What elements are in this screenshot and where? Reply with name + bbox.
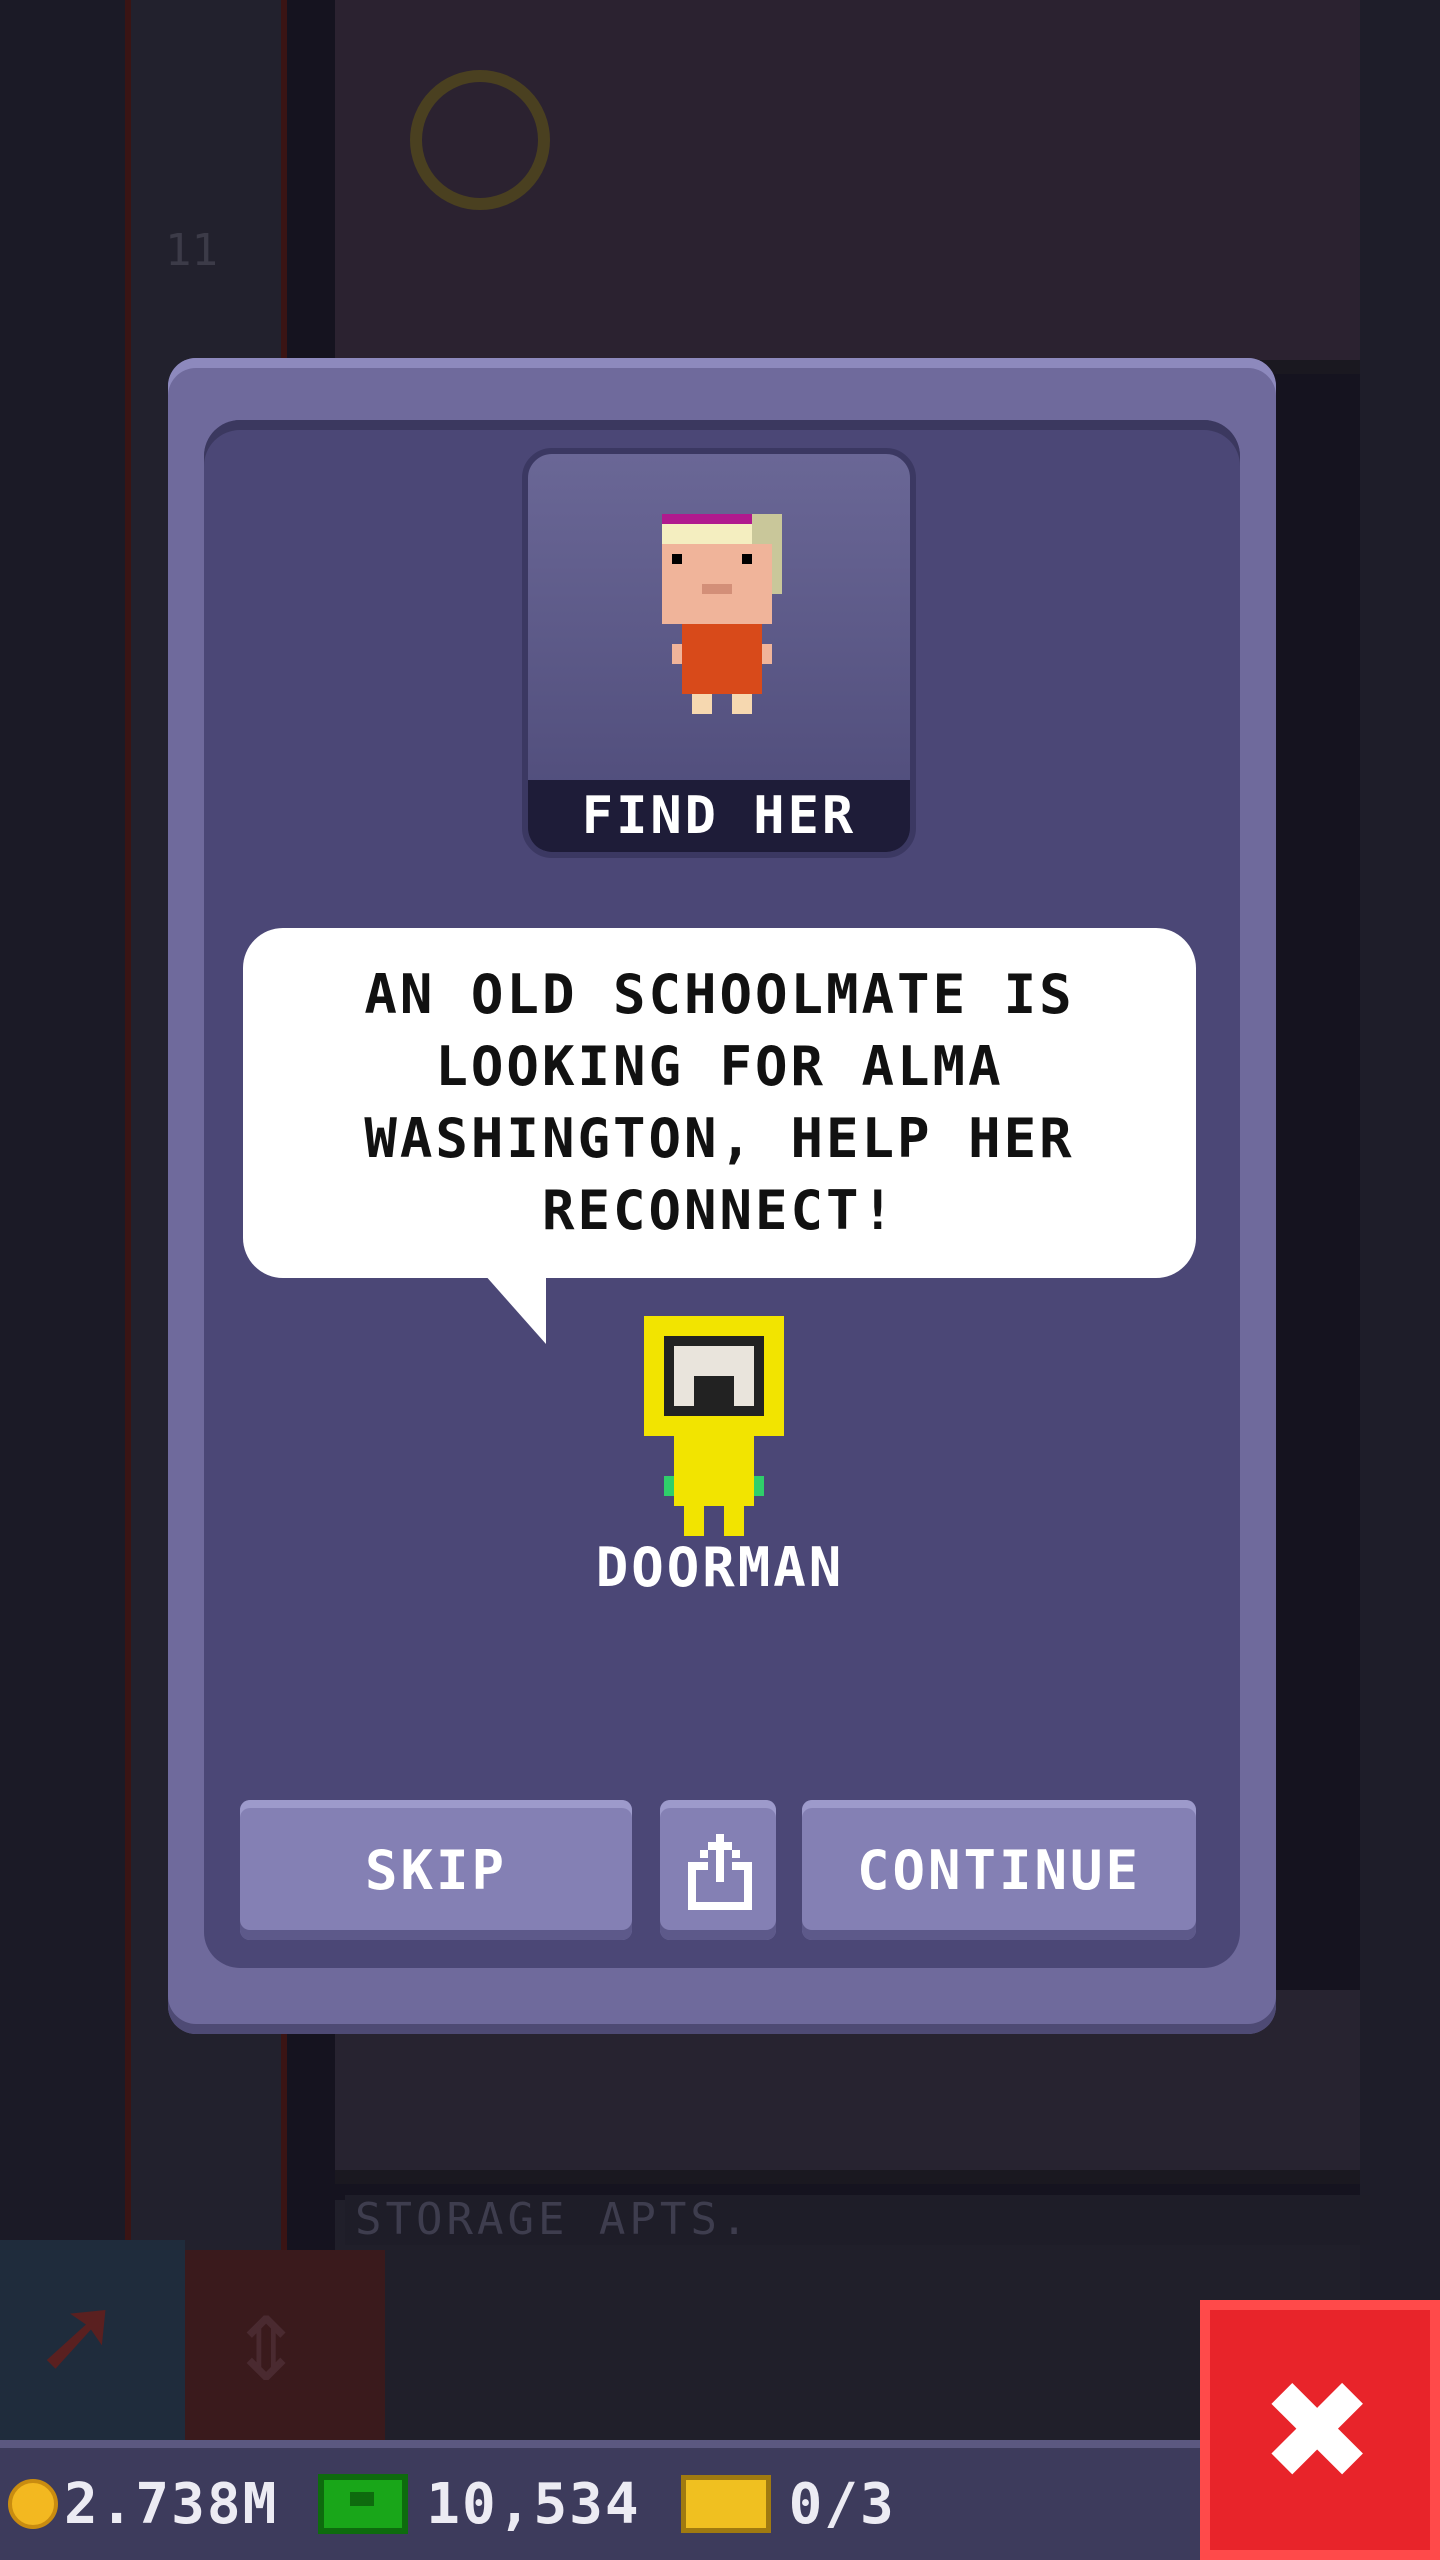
tower-right-wall xyxy=(1360,0,1440,2440)
ticket-icon xyxy=(680,2475,771,2533)
bux-count: 10,534 xyxy=(426,2471,641,2537)
speech-bubble: AN OLD SCHOOLMATE IS LOOKING FOR ALMA WA… xyxy=(243,928,1196,1278)
mission-message: AN OLD SCHOOLMATE IS LOOKING FOR ALMA WA… xyxy=(364,963,1075,1242)
arrow-icon: ➚ xyxy=(40,2270,113,2409)
tower-left-wall xyxy=(0,0,130,2440)
mission-title: FIND HER xyxy=(528,780,910,852)
ticket-count: 0/3 xyxy=(788,2471,896,2537)
close-icon: ✖ xyxy=(1265,2325,1375,2534)
close-button[interactable]: ✖ xyxy=(1200,2300,1440,2560)
continue-button-label: CONTINUE xyxy=(856,1838,1142,1902)
coin-icon xyxy=(8,2479,58,2529)
skip-button-label: SKIP xyxy=(364,1838,508,1902)
floor-number: 11 xyxy=(165,225,218,276)
skip-button[interactable]: SKIP xyxy=(240,1800,632,1940)
speaker-name: DOORMAN xyxy=(595,1536,845,1599)
mission-card: FIND HER xyxy=(522,448,916,858)
share-button[interactable] xyxy=(660,1800,776,1940)
doorman-avatar xyxy=(644,1316,784,1536)
speech-bubble-tail xyxy=(484,1274,546,1344)
floor-label: STORAGE APTS. xyxy=(345,2195,1370,2245)
continue-button[interactable]: CONTINUE xyxy=(802,1800,1196,1940)
elevator-arrows-icon: ⇕ xyxy=(230,2270,303,2409)
bux-icon xyxy=(318,2474,409,2534)
coin-count: 2.738M xyxy=(64,2471,279,2537)
alma-washington-avatar xyxy=(662,514,782,714)
peace-sign-decoration xyxy=(410,70,550,210)
share-icon xyxy=(688,1834,752,1910)
